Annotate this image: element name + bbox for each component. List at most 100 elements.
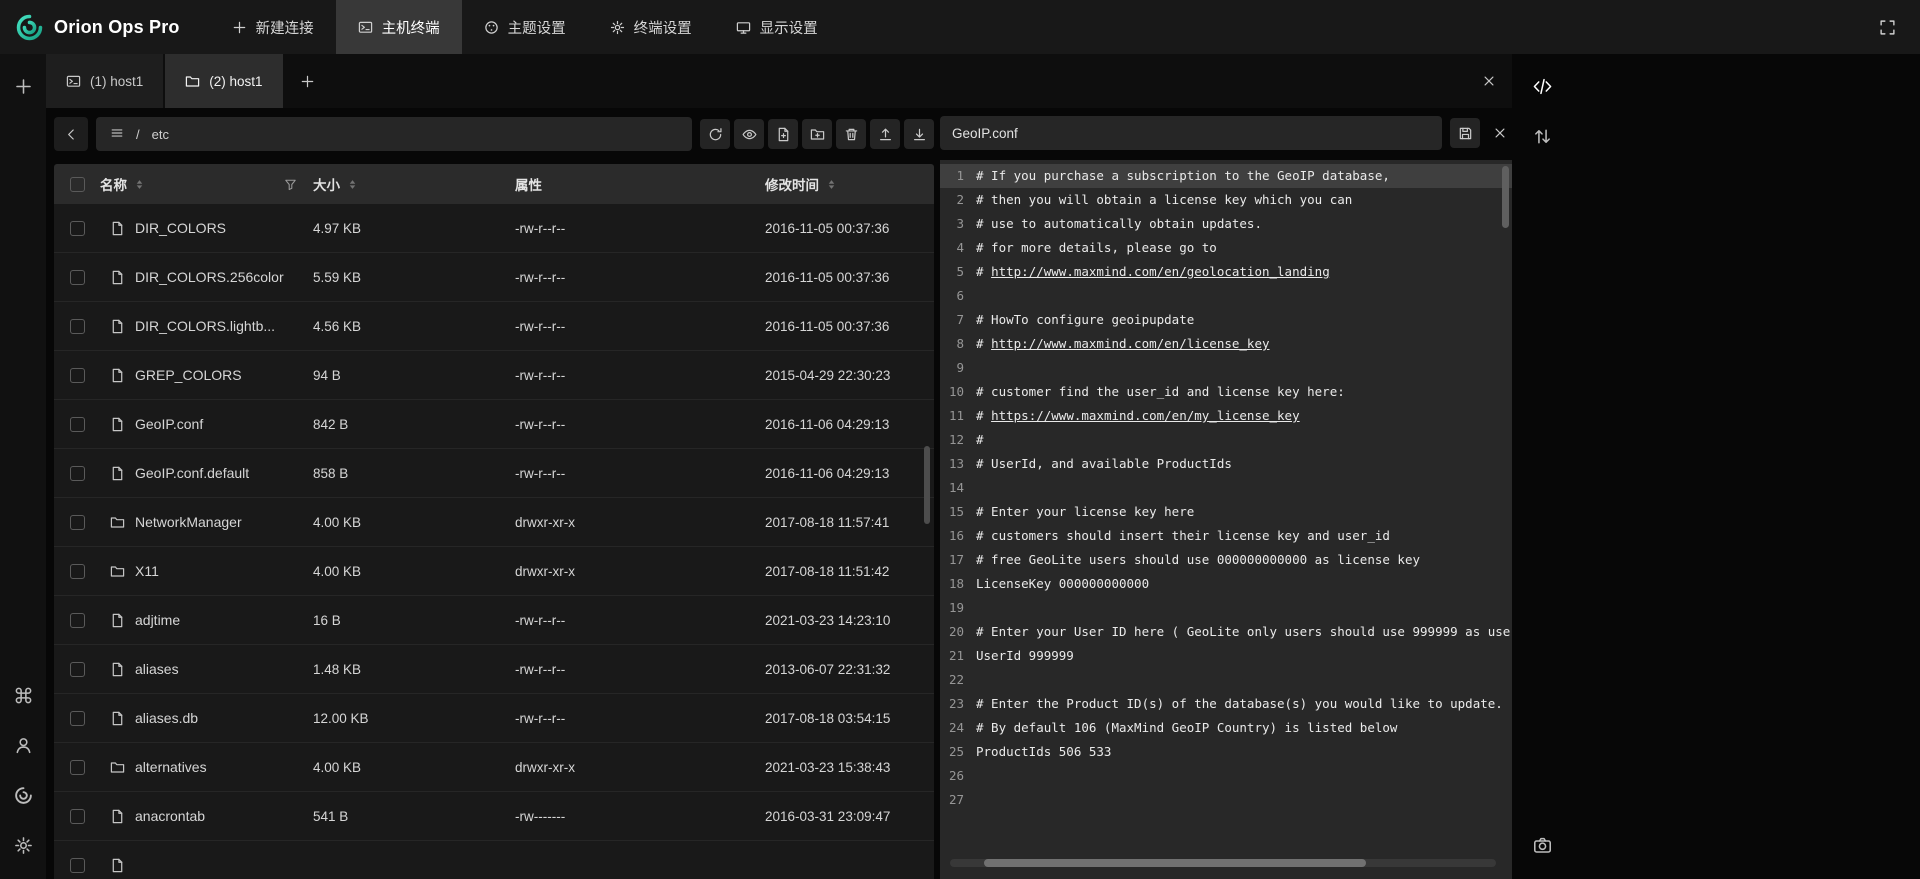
column-header-size[interactable]: 大小 — [313, 174, 340, 194]
brand[interactable]: Orion Ops Pro — [0, 0, 210, 54]
code-line[interactable]: 18LicenseKey 000000000000 — [940, 572, 1512, 596]
file-row[interactable]: adjtime16 B-rw-r--r--2021-03-23 14:23:10 — [54, 596, 934, 645]
code-line[interactable]: 19 — [940, 596, 1512, 620]
shortcuts-button[interactable] — [3, 677, 43, 713]
code-line[interactable]: 13# UserId, and available ProductIds — [940, 452, 1512, 476]
filter-name-button[interactable] — [284, 178, 297, 191]
column-header-mtime[interactable]: 修改时间 — [765, 174, 819, 194]
directory-list-trigger[interactable] — [110, 126, 124, 143]
add-connection-button[interactable] — [3, 68, 43, 104]
code-line[interactable]: 2# then you will obtain a license key wh… — [940, 188, 1512, 212]
row-checkbox[interactable] — [70, 564, 85, 579]
session-tab[interactable]: (1) host1 — [46, 54, 163, 108]
code-line[interactable]: 1# If you purchase a subscription to the… — [940, 164, 1512, 188]
code-line[interactable]: 27 — [940, 788, 1512, 812]
row-checkbox[interactable] — [70, 270, 85, 285]
upload-button[interactable] — [870, 119, 900, 149]
file-name[interactable]: X11 — [135, 563, 159, 579]
file-name[interactable]: NetworkManager — [135, 514, 242, 530]
file-name[interactable]: alternatives — [135, 759, 207, 775]
row-checkbox[interactable] — [70, 760, 85, 775]
row-checkbox[interactable] — [70, 368, 85, 383]
add-tab-button[interactable] — [285, 54, 331, 108]
file-table-scrollbar[interactable] — [924, 446, 930, 524]
file-row[interactable]: DIR_COLORS.lightb...4.56 KB-rw-r--r--201… — [54, 302, 934, 351]
code-line[interactable]: 8# http://www.maxmind.com/en/license_key — [940, 332, 1512, 356]
file-row[interactable]: alternatives4.00 KBdrwxr-xr-x2021-03-23 … — [54, 743, 934, 792]
scrollbar-thumb[interactable] — [984, 859, 1366, 867]
session-tab[interactable]: (2) host1 — [165, 54, 282, 108]
file-row[interactable] — [54, 841, 934, 879]
file-name[interactable]: GREP_COLORS — [135, 367, 242, 383]
file-name[interactable]: aliases — [135, 661, 179, 677]
code-link[interactable]: https://www.maxmind.com/en/my_license_ke… — [991, 408, 1300, 423]
file-row[interactable]: DIR_COLORS4.97 KB-rw-r--r--2016-11-05 00… — [54, 204, 934, 253]
code-line[interactable]: 10# customer find the user_id and licens… — [940, 380, 1512, 404]
file-row[interactable]: DIR_COLORS.256color5.59 KB-rw-r--r--2016… — [54, 253, 934, 302]
code-line[interactable]: 11# https://www.maxmind.com/en/my_licens… — [940, 404, 1512, 428]
file-name[interactable]: DIR_COLORS.256color — [135, 269, 284, 285]
code-editor[interactable]: 1# If you purchase a subscription to the… — [940, 160, 1512, 879]
row-checkbox[interactable] — [70, 466, 85, 481]
code-line[interactable]: 21UserId 999999 — [940, 644, 1512, 668]
code-link[interactable]: http://www.maxmind.com/en/geolocation_la… — [991, 264, 1330, 279]
file-name[interactable]: DIR_COLORS.lightb... — [135, 318, 275, 334]
sftp-editor-button[interactable] — [1522, 68, 1562, 104]
code-line[interactable]: 25ProductIds 506 533 — [940, 740, 1512, 764]
code-line[interactable]: 24# By default 106 (MaxMind GeoIP Countr… — [940, 716, 1512, 740]
file-name[interactable]: DIR_COLORS — [135, 220, 226, 236]
new-file-button[interactable] — [768, 119, 798, 149]
users-button[interactable] — [3, 727, 43, 763]
code-line[interactable]: 6 — [940, 284, 1512, 308]
file-row[interactable]: X114.00 KBdrwxr-xr-x2017-08-18 11:51:42 — [54, 547, 934, 596]
nav-item-new-connection[interactable]: 新建连接 — [210, 0, 336, 54]
code-line[interactable]: 7# HowTo configure geoipupdate — [940, 308, 1512, 332]
row-checkbox[interactable] — [70, 417, 85, 432]
file-name[interactable]: GeoIP.conf — [135, 416, 203, 432]
code-line[interactable]: 22 — [940, 668, 1512, 692]
code-line[interactable]: 4# for more details, please go to — [940, 236, 1512, 260]
code-line[interactable]: 20# Enter your User ID here ( GeoLite on… — [940, 620, 1512, 644]
breadcrumb-current[interactable]: etc — [152, 127, 169, 142]
code-line[interactable]: 23# Enter the Product ID(s) of the datab… — [940, 692, 1512, 716]
code-line[interactable]: 26 — [940, 764, 1512, 788]
row-checkbox[interactable] — [70, 221, 85, 236]
editor-horizontal-scrollbar[interactable] — [950, 859, 1496, 867]
row-checkbox[interactable] — [70, 809, 85, 824]
code-line[interactable]: 3# use to automatically obtain updates. — [940, 212, 1512, 236]
sort-mtime-button[interactable] — [825, 178, 838, 191]
breadcrumb-root[interactable]: / — [136, 127, 140, 142]
code-line[interactable]: 14 — [940, 476, 1512, 500]
nav-item-display-settings[interactable]: 显示设置 — [714, 0, 840, 54]
sort-name-button[interactable] — [133, 178, 146, 191]
back-button[interactable] — [54, 117, 88, 151]
file-name[interactable]: adjtime — [135, 612, 180, 628]
select-all-checkbox[interactable] — [70, 177, 85, 192]
about-button[interactable] — [3, 777, 43, 813]
row-checkbox[interactable] — [70, 662, 85, 677]
row-checkbox[interactable] — [70, 319, 85, 334]
nav-item-terminal-settings[interactable]: 终端设置 — [588, 0, 714, 54]
editor-close-button[interactable] — [1488, 126, 1512, 140]
row-checkbox[interactable] — [70, 858, 85, 873]
file-row[interactable]: aliases1.48 KB-rw-r--r--2013-06-07 22:31… — [54, 645, 934, 694]
code-line[interactable]: 16# customers should insert their licens… — [940, 524, 1512, 548]
row-checkbox[interactable] — [70, 515, 85, 530]
screenshot-button[interactable] — [1522, 827, 1562, 863]
file-row[interactable]: GeoIP.conf.default858 B-rw-r--r--2016-11… — [54, 449, 934, 498]
sort-size-button[interactable] — [346, 178, 359, 191]
download-button[interactable] — [904, 119, 934, 149]
file-row[interactable]: NetworkManager4.00 KBdrwxr-xr-x2017-08-1… — [54, 498, 934, 547]
row-checkbox[interactable] — [70, 711, 85, 726]
file-row[interactable]: aliases.db12.00 KB-rw-r--r--2017-08-18 0… — [54, 694, 934, 743]
preview-button[interactable] — [734, 119, 764, 149]
file-row[interactable]: anacrontab541 B-rw-------2016-03-31 23:0… — [54, 792, 934, 841]
code-line[interactable]: 5# http://www.maxmind.com/en/geolocation… — [940, 260, 1512, 284]
column-header-name[interactable]: 名称 — [100, 174, 127, 194]
file-row[interactable]: GREP_COLORS94 B-rw-r--r--2015-04-29 22:3… — [54, 351, 934, 400]
file-name[interactable]: anacrontab — [135, 808, 205, 824]
code-line[interactable]: 9 — [940, 356, 1512, 380]
row-checkbox[interactable] — [70, 613, 85, 628]
nav-item-theme-settings[interactable]: 主题设置 — [462, 0, 588, 54]
code-link[interactable]: http://www.maxmind.com/en/license_key — [991, 336, 1269, 351]
